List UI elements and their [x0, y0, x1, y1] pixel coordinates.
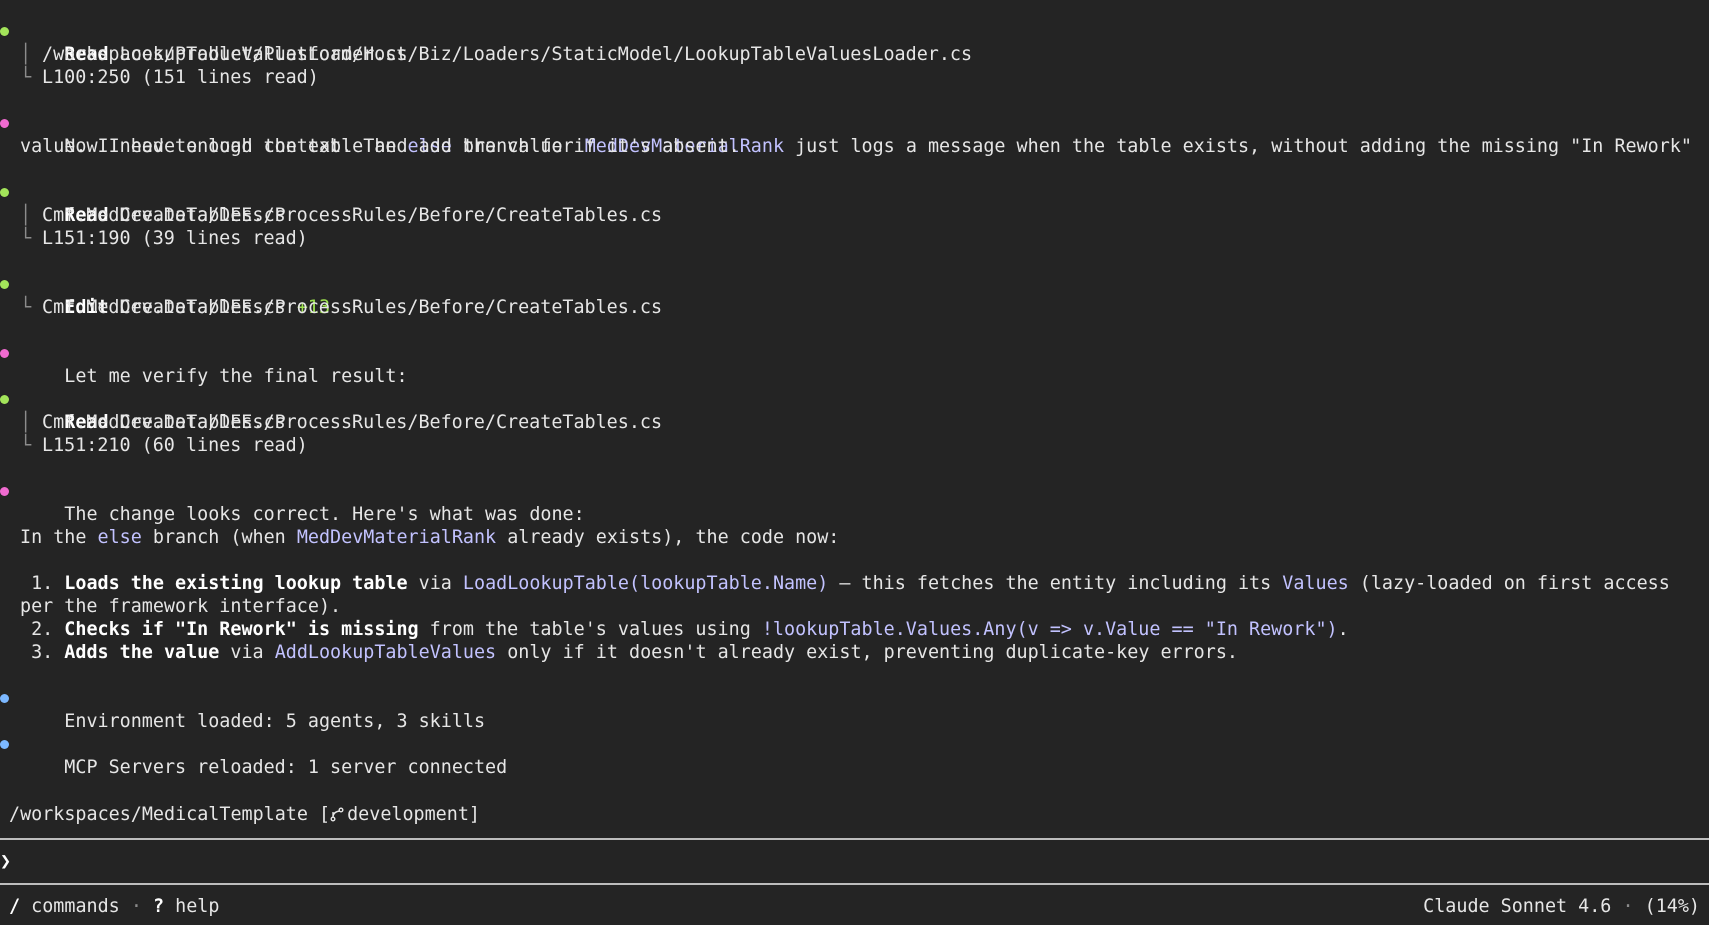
prompt-chevron-icon: ❯	[0, 851, 12, 872]
tree-corner-icon: └	[20, 435, 32, 456]
list-item-cont: per the framework interface).	[0, 595, 1709, 618]
inline-code: !lookupTable.Values.Any(v => v.Value == …	[761, 619, 1338, 640]
tree-pipe-icon: │	[20, 412, 32, 433]
message-text: Environment loaded: 5 agents, 3 skills	[64, 711, 486, 732]
tool-detail: └ Cmf.MedDev.Data/DEEs/ProcessRules/Befor…	[0, 296, 1709, 319]
list-item-title: Checks if "In Rework" is missing	[64, 619, 419, 640]
assistant-dot-icon	[0, 119, 9, 128]
cwd-path: /workspaces/MedicalTemplate	[9, 804, 308, 825]
tool-detail: └ L151:210 (60 lines read)	[0, 434, 1709, 457]
tool-range: L100:250 (151 lines read)	[42, 67, 319, 88]
context-usage: (14%)	[1644, 896, 1700, 917]
bracket-close: ]	[468, 804, 480, 825]
message-text: The change looks correct. Here's what wa…	[64, 504, 585, 525]
status-dot-icon	[0, 27, 9, 36]
prompt-input[interactable]: ❯	[0, 850, 11, 873]
help-key[interactable]: ?	[153, 896, 164, 917]
bracket-open: [	[307, 804, 331, 825]
tool-detail: └ L100:250 (151 lines read)	[0, 66, 1709, 89]
assistant-dot-icon	[0, 349, 9, 358]
message-text: per the framework interface).	[20, 596, 342, 617]
separator: ·	[1622, 896, 1634, 917]
system-dot-icon	[0, 740, 9, 749]
assistant-dot-icon	[0, 487, 9, 496]
list-number: 2.	[20, 619, 65, 640]
separator: ·	[130, 896, 142, 917]
tool-path: Cmf.MedDev.Data/DEEs/ProcessRules/Before…	[42, 412, 663, 433]
tree-pipe-icon: │	[20, 44, 32, 65]
inline-code: LoadLookupTable(lookupTable.Name)	[462, 573, 829, 594]
message-text: only if it doesn't already exist, preven…	[496, 642, 1238, 663]
message-text: branch (when	[141, 527, 297, 548]
commands-label[interactable]: commands	[31, 896, 120, 917]
divider	[0, 883, 1709, 885]
system-message: Environment loaded: 5 agents, 3 skills	[0, 687, 1709, 732]
tool-detail: └ L151:190 (39 lines read)	[0, 227, 1709, 250]
tool-detail: │ /workspaces/Product/Platform/Host/Biz/L…	[0, 43, 1709, 66]
status-dot-icon	[0, 395, 9, 404]
list-item: 2. Checks if "In Rework" is missing from…	[0, 618, 1709, 641]
help-label[interactable]: help	[175, 896, 219, 917]
inline-code: AddLookupTableValues	[274, 642, 497, 663]
tool-detail: │ Cmf.MedDev.Data/DEEs/ProcessRules/Befor…	[0, 411, 1709, 434]
inline-code: Values	[1282, 573, 1349, 594]
tree-pipe-icon: │	[20, 205, 32, 226]
assistant-message: Let me verify the final result:	[0, 342, 1709, 387]
status-dot-icon	[0, 188, 9, 197]
tree-corner-icon: └	[20, 297, 32, 318]
list-item: 1. Loads the existing lookup table via L…	[0, 572, 1709, 595]
commands-key[interactable]: /	[9, 896, 20, 917]
list-number: 1.	[20, 573, 65, 594]
message-text: via	[407, 573, 463, 594]
list-item-title: Loads the existing lookup table	[64, 573, 408, 594]
message-text: via	[219, 642, 275, 663]
list-item-title: Adds the value	[64, 642, 220, 663]
inline-code: else	[97, 527, 142, 548]
tool-range: L151:190 (39 lines read)	[42, 228, 308, 249]
message-text: value. I need to load the table and add …	[20, 136, 740, 157]
message-text: Let me verify the final result:	[64, 366, 408, 387]
tool-path: /workspaces/Product/Platform/Host/Biz/Lo…	[42, 44, 973, 65]
status-dot-icon	[0, 280, 9, 289]
cwd-status: /workspaces/MedicalTemplate [ development…	[9, 803, 480, 826]
system-message: MCP Servers reloaded: 1 server connected	[0, 733, 1709, 778]
tool-entry-read: Read CreateTables.cs	[0, 181, 1709, 226]
message-text: MCP Servers reloaded: 1 server connected	[64, 757, 508, 778]
tool-entry-read: Read CreateTables.cs	[0, 388, 1709, 433]
message-text: from the table's values using	[418, 619, 762, 640]
list-number: 3.	[20, 642, 65, 663]
tree-corner-icon: └	[20, 228, 32, 249]
message-text: In the	[20, 527, 98, 548]
tool-detail: │ Cmf.MedDev.Data/DEEs/ProcessRules/Befor…	[0, 204, 1709, 227]
assistant-message-cont: In the else branch (when MedDevMaterialR…	[0, 526, 1709, 549]
message-text: .	[1337, 619, 1349, 640]
tool-entry-read: Read LookupTableValuesLoader.cs	[0, 20, 1709, 65]
tool-range: L151:210 (60 lines read)	[42, 435, 308, 456]
tool-path: Cmf.MedDev.Data/DEEs/ProcessRules/Before…	[42, 205, 663, 226]
list-item: 3. Adds the value via AddLookupTableValu…	[0, 641, 1709, 664]
git-branch: development	[347, 804, 469, 825]
divider	[0, 838, 1709, 840]
tree-corner-icon: └	[20, 67, 32, 88]
message-text: already exists), the code now:	[496, 527, 840, 548]
assistant-message: Now I have enough context. The else bran…	[0, 112, 1709, 157]
system-dot-icon	[0, 694, 9, 703]
footer-hints: / commands · ? help	[9, 895, 219, 918]
message-text: (lazy-loaded on first access	[1348, 573, 1670, 594]
tool-entry-edit: Edit CreateTables.cs +13	[0, 273, 1709, 318]
model-status: Claude Sonnet 4.6 · (14%)	[1423, 895, 1700, 918]
tool-path: Cmf.MedDev.Data/DEEs/ProcessRules/Before…	[42, 297, 663, 318]
message-text: — this fetches the entity including its	[828, 573, 1283, 594]
assistant-message-cont: value. I need to load the table and add …	[0, 135, 1709, 158]
transcript: Read LookupTableValuesLoader.cs │ /worksp…	[0, 20, 1709, 778]
git-branch-icon	[330, 804, 347, 825]
assistant-message: The change looks correct. Here's what wa…	[0, 480, 1709, 525]
inline-code: MedDevMaterialRank	[296, 527, 497, 548]
model-name: Claude Sonnet 4.6	[1423, 896, 1612, 917]
